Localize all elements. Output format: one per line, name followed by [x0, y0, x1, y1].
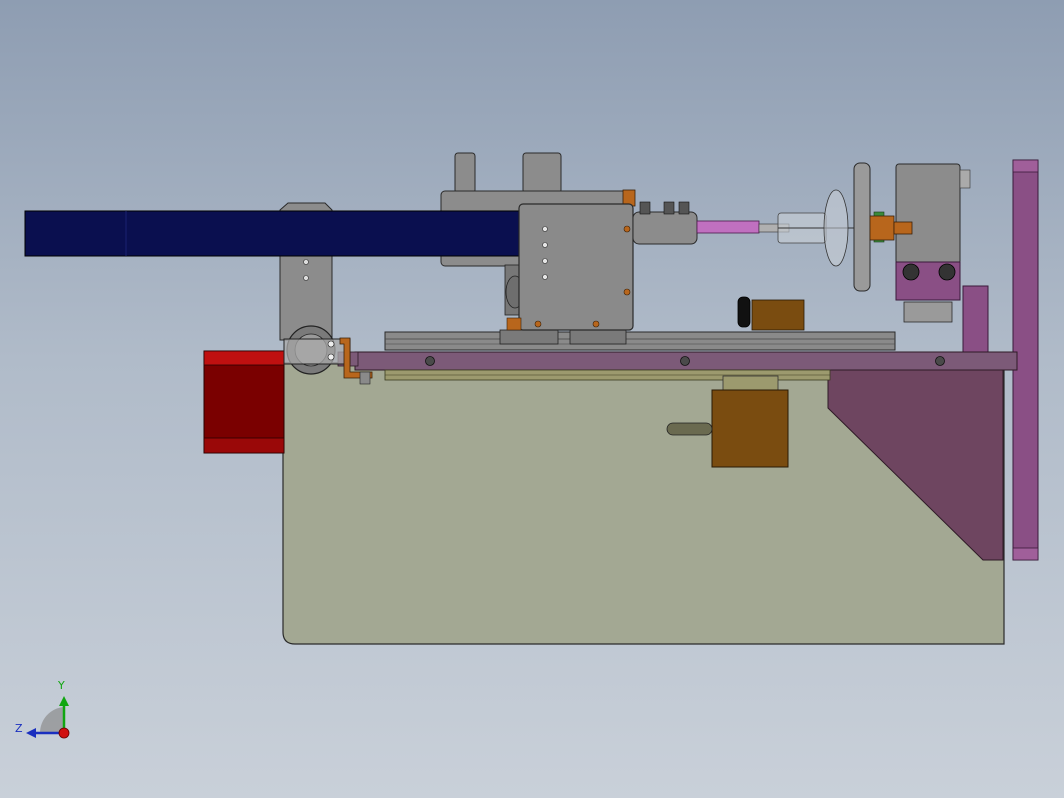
- stepper-motor[interactable]: [203, 350, 285, 454]
- mounting-bar[interactable]: [337, 351, 1018, 371]
- cad-model-canvas[interactable]: [0, 0, 1064, 798]
- triad-y-label: Y: [58, 679, 65, 692]
- view-triad: [26, 696, 70, 739]
- triad-z-label: Z: [15, 722, 23, 735]
- cad-viewport[interactable]: Y Z: [0, 0, 1064, 798]
- feed-arm[interactable]: [24, 210, 526, 257]
- tailstock-block[interactable]: [869, 163, 971, 323]
- carriage-plate[interactable]: [506, 203, 634, 331]
- linear-rail[interactable]: [384, 329, 896, 351]
- chuck-assembly[interactable]: [632, 162, 885, 292]
- adjust-knob[interactable]: [737, 296, 805, 331]
